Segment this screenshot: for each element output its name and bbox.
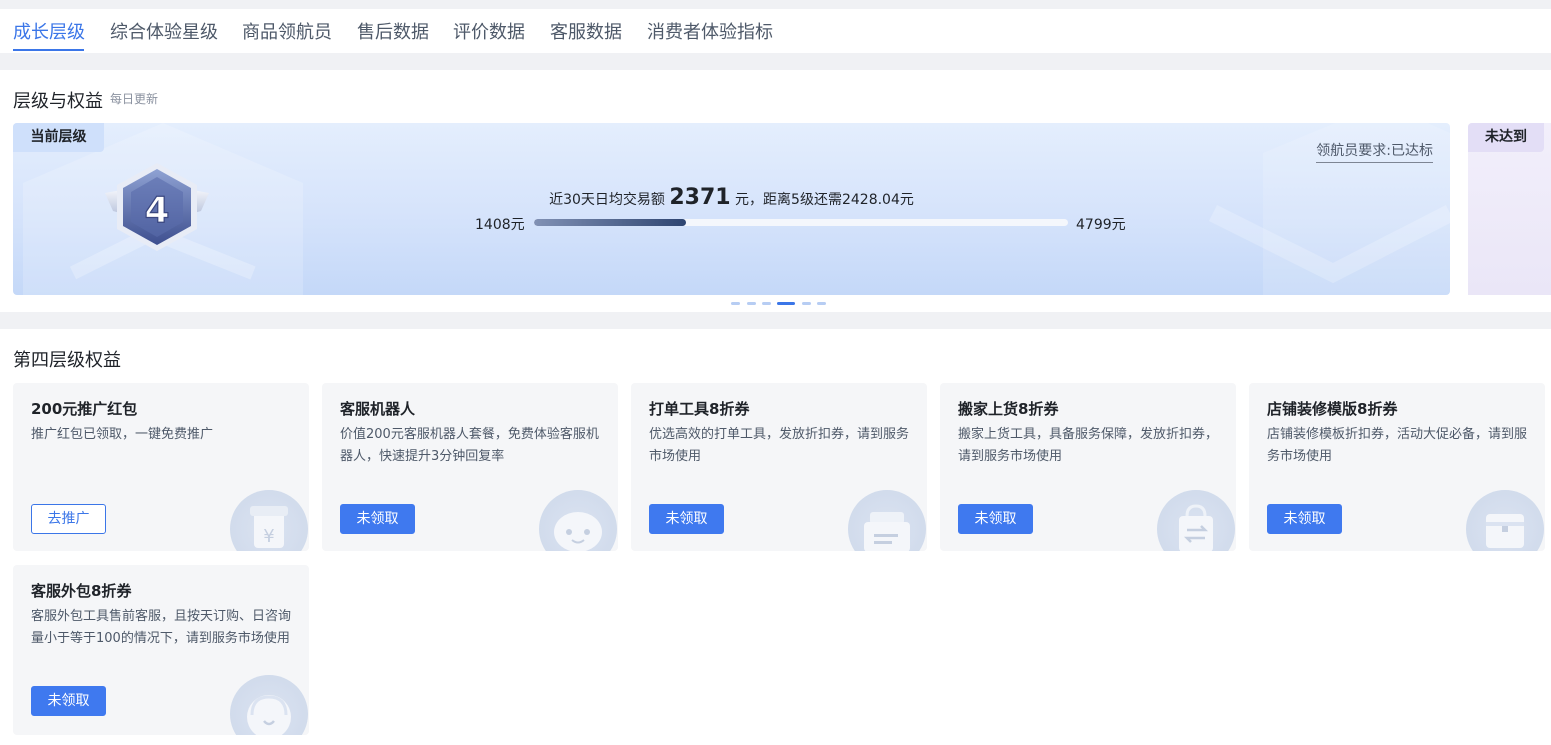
benefit-description: 推广红包已领取，一键免费推广 (31, 427, 214, 442)
navigator-requirement-link[interactable]: 领航员要求:已达标 (1316, 140, 1433, 163)
progress-value: 2371 (669, 185, 731, 210)
carousel-dot[interactable] (731, 302, 740, 305)
progress-bar-fill (534, 219, 687, 226)
tab-customer-service[interactable]: 客服数据 (550, 18, 622, 44)
current-level-card[interactable]: 当前层级 4 领航员要求:已达标 近30天日均交易额 2371 元，距离5级还需… (13, 123, 1450, 295)
claim-outsourcing-coupon-button[interactable]: 未领取 (31, 686, 106, 716)
red-packet-icon: ¥ (230, 490, 308, 551)
level-section: 层级与权益 每日更新 当前层级 4 领航员要求:已达标 近30天日均交易额 23… (0, 70, 1551, 312)
claim-robot-button[interactable]: 未领取 (340, 504, 415, 534)
benefit-description: 店铺装修模板折扣券，活动大促必备，请到服务市场使用 (1267, 427, 1528, 464)
claim-moving-coupon-button[interactable]: 未领取 (958, 504, 1033, 534)
next-level-tag: 未达到 (1468, 123, 1544, 152)
tab-reviews[interactable]: 评价数据 (453, 18, 525, 44)
shopping-bag-icon (1157, 490, 1235, 551)
benefit-card-print-tool: 打单工具8折券 优选高效的打单工具，发放折扣券，请到服务市场使用 未领取 (631, 383, 927, 551)
level-section-title: 层级与权益 (13, 91, 103, 112)
carousel-dot[interactable] (817, 302, 826, 305)
benefits-section: 第四层级权益 200元推广红包 推广红包已领取，一键免费推广 去推广 ¥ 客服机… (0, 329, 1551, 745)
progress-min-label: 1408元 (475, 217, 525, 233)
benefit-card-store-template: 店铺装修模版8折券 店铺装修模板折扣券，活动大促必备，请到服务市场使用 未领取 (1249, 383, 1545, 551)
tab-bar: 成长层级 综合体验星级 商品领航员 售后数据 评价数据 客服数据 消费者体验指标 (0, 9, 1551, 53)
tab-star-rating[interactable]: 综合体验星级 (110, 18, 218, 44)
benefit-title: 搬家上货8折券 (958, 400, 1059, 418)
active-tab-underline (13, 49, 84, 51)
benefit-description: 价值200元客服机器人套餐，免费体验客服机器人，快速提升3分钟回复率 (340, 427, 599, 464)
carousel-dot-active[interactable] (777, 302, 795, 305)
benefit-description: 搬家上货工具，具备服务保障，发放折扣券，请到服务市场使用 (958, 427, 1219, 464)
benefit-card-robot: 客服机器人 价值200元客服机器人套餐，免费体验客服机器人，快速提升3分钟回复率… (322, 383, 618, 551)
benefit-title: 客服外包8折券 (31, 582, 132, 600)
benefit-title: 打单工具8折券 (649, 400, 750, 418)
promote-button[interactable]: 去推广 (31, 504, 106, 534)
svg-text:¥: ¥ (263, 526, 274, 547)
progress-suffix: 元，距离5级还需2428.04元 (730, 192, 914, 208)
benefit-description: 客服外包工具售前客服，且按天订购、日咨询量小于等于100的情况下，请到服务市场使… (31, 609, 292, 646)
claim-template-coupon-button[interactable]: 未领取 (1267, 504, 1342, 534)
printer-icon (848, 490, 926, 551)
benefit-title: 客服机器人 (340, 400, 416, 418)
carousel-dot[interactable] (802, 302, 811, 305)
current-level-tag: 当前层级 (13, 123, 104, 152)
store-template-icon (1466, 490, 1544, 551)
carousel-dot[interactable] (762, 302, 771, 305)
claim-print-coupon-button[interactable]: 未领取 (649, 504, 724, 534)
benefit-card-red-packet: 200元推广红包 推广红包已领取，一键免费推广 去推广 ¥ (13, 383, 309, 551)
progress-max-label: 4799元 (1076, 217, 1126, 233)
progress-description: 近30天日均交易额 2371 元，距离5级还需2428.04元 (13, 185, 1450, 210)
benefits-section-title: 第四层级权益 (13, 350, 121, 371)
tab-after-sales[interactable]: 售后数据 (357, 18, 429, 44)
tab-consumer-experience[interactable]: 消费者体验指标 (647, 18, 773, 44)
benefit-card-moving: 搬家上货8折券 搬家上货工具，具备服务保障，发放折扣券，请到服务市场使用 未领取 (940, 383, 1236, 551)
progress-prefix: 近30天日均交易额 (549, 192, 670, 208)
progress-bar (534, 219, 1068, 226)
benefit-title: 200元推广红包 (31, 400, 138, 418)
level-update-note: 每日更新 (110, 92, 159, 106)
benefit-description: 优选高效的打单工具，发放折扣券，请到服务市场使用 (649, 427, 910, 464)
carousel-dot[interactable] (747, 302, 756, 305)
next-level-card[interactable]: 未达到 (1468, 123, 1551, 295)
robot-icon (539, 490, 617, 551)
benefit-title: 店铺装修模版8折券 (1267, 400, 1398, 418)
benefit-card-outsourcing: 客服外包8折券 客服外包工具售前客服，且按天订购、日咨询量小于等于100的情况下… (13, 565, 309, 735)
tab-growth-level[interactable]: 成长层级 (13, 18, 85, 44)
headset-icon (230, 675, 308, 735)
tab-product-navigator[interactable]: 商品领航员 (242, 18, 332, 44)
